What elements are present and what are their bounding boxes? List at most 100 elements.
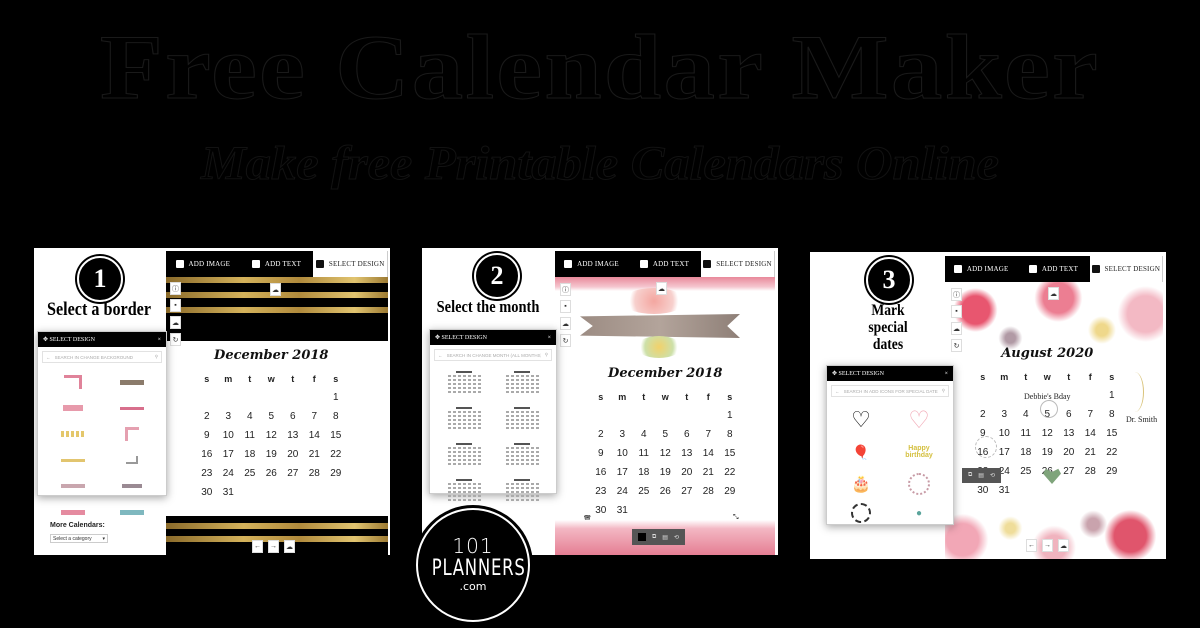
calendar-day[interactable]: 27 bbox=[1058, 466, 1080, 478]
calendar-day[interactable]: 25 bbox=[1015, 466, 1037, 478]
month-thumbnail[interactable] bbox=[498, 479, 546, 501]
design-thumbnail[interactable] bbox=[48, 477, 97, 495]
calendar-day[interactable]: 17 bbox=[612, 467, 634, 479]
search-icon[interactable]: ⚲ bbox=[155, 354, 158, 360]
heart-pink-icon[interactable]: ♡ bbox=[895, 407, 943, 434]
calendar-day[interactable]: 19 bbox=[655, 467, 677, 479]
next-page-button[interactable]: → bbox=[1042, 539, 1053, 552]
calendar-day[interactable]: 31 bbox=[218, 487, 240, 499]
calendar-day[interactable]: 26 bbox=[655, 486, 677, 498]
save-icon[interactable]: ▪ bbox=[170, 299, 181, 312]
calendar-day[interactable]: 29 bbox=[719, 486, 741, 498]
calendar-day[interactable]: 20 bbox=[1058, 447, 1080, 459]
layer-icon[interactable]: ▤ bbox=[978, 472, 984, 479]
upload-image-button[interactable]: ☁ bbox=[656, 282, 667, 295]
tab-add-text[interactable]: ADD TEXT bbox=[1017, 256, 1089, 282]
calendar-day[interactable]: 8 bbox=[1101, 409, 1123, 421]
month-thumbnail[interactable] bbox=[498, 371, 546, 393]
calendar-day[interactable]: 13 bbox=[676, 448, 698, 460]
heart-outline-icon[interactable]: ♡ bbox=[837, 407, 885, 433]
calendar-day[interactable]: 11 bbox=[633, 448, 655, 460]
cloud-upload-icon[interactable]: ☁ bbox=[951, 322, 962, 335]
calendar-day[interactable]: 10 bbox=[612, 448, 634, 460]
calendar-day[interactable]: 9 bbox=[196, 430, 218, 442]
close-icon[interactable]: × bbox=[548, 335, 551, 341]
balloon-teal-icon[interactable]: ● bbox=[895, 503, 943, 523]
color-swatch[interactable] bbox=[638, 533, 646, 541]
tab-add-image[interactable]: ADD IMAGE bbox=[166, 251, 240, 277]
save-icon[interactable]: ▪ bbox=[951, 305, 962, 318]
calendar-day[interactable]: 16 bbox=[196, 449, 218, 461]
calendar-day[interactable]: 1 bbox=[325, 392, 347, 404]
design-thumbnail[interactable] bbox=[107, 451, 156, 469]
calendar-day[interactable]: 9 bbox=[590, 448, 612, 460]
calendar-day[interactable]: 3 bbox=[994, 409, 1016, 421]
icon-search-input[interactable]: ← SEARCH IN ADD ICONS FOR SPECIAL DATES … bbox=[831, 385, 949, 397]
refresh-icon[interactable]: ↻ bbox=[951, 339, 962, 352]
calendar-day[interactable]: 28 bbox=[1080, 466, 1102, 478]
calendar-day[interactable]: 22 bbox=[719, 467, 741, 479]
calendar-day[interactable]: 14 bbox=[1080, 428, 1102, 440]
calendar-day[interactable]: 8 bbox=[325, 411, 347, 423]
special-date-note[interactable]: Dr. Smith bbox=[1126, 415, 1157, 424]
calendar-day[interactable]: 4 bbox=[633, 429, 655, 441]
design-thumbnail[interactable] bbox=[107, 425, 156, 443]
rotate-icon[interactable]: ⟲ bbox=[990, 472, 995, 479]
calendar-day[interactable]: 1 bbox=[719, 410, 741, 422]
calendar-day[interactable]: 21 bbox=[304, 449, 326, 461]
calendar-day[interactable]: 18 bbox=[633, 467, 655, 479]
calendar-day[interactable]: 22 bbox=[325, 449, 347, 461]
calendar-day[interactable]: 26 bbox=[261, 468, 283, 480]
calendar-day[interactable]: 10 bbox=[218, 430, 240, 442]
happy-birthday-sticker[interactable]: Happy birthday bbox=[895, 439, 943, 465]
info-icon[interactable]: ⓘ bbox=[170, 282, 181, 295]
calendar-day[interactable]: 21 bbox=[1080, 447, 1102, 459]
cake-icon[interactable]: 🎂 bbox=[837, 471, 885, 497]
upload-image-button[interactable]: ☁ bbox=[1048, 287, 1059, 300]
design-thumbnail[interactable] bbox=[48, 425, 97, 443]
back-icon[interactable]: ← bbox=[46, 355, 51, 360]
calendar-day[interactable]: 19 bbox=[1037, 447, 1059, 459]
calendar-day[interactable]: 2 bbox=[590, 429, 612, 441]
calendar-day[interactable]: 3 bbox=[218, 411, 240, 423]
close-icon[interactable]: × bbox=[945, 371, 948, 377]
calendar-day[interactable]: 15 bbox=[325, 430, 347, 442]
calendar-day[interactable]: 27 bbox=[676, 486, 698, 498]
calendar-day[interactable]: 24 bbox=[218, 468, 240, 480]
back-icon[interactable]: ← bbox=[438, 353, 443, 358]
calendar-day[interactable]: 12 bbox=[1037, 428, 1059, 440]
balloons-icon[interactable]: 🎈 bbox=[837, 439, 885, 465]
design-thumbnail[interactable] bbox=[107, 503, 156, 521]
calendar-day[interactable]: 7 bbox=[304, 411, 326, 423]
rotate-icon[interactable]: ⟲ bbox=[674, 534, 679, 541]
info-icon[interactable]: ⓘ bbox=[560, 283, 571, 296]
calendar-day[interactable]: 25 bbox=[633, 486, 655, 498]
calendar-day[interactable]: 11 bbox=[1015, 428, 1037, 440]
circle-frame-icon[interactable] bbox=[895, 471, 943, 497]
save-icon[interactable]: ▪ bbox=[560, 300, 571, 313]
design-thumbnail[interactable] bbox=[48, 399, 97, 417]
calendar-day[interactable]: 15 bbox=[1101, 428, 1123, 440]
calendar-day[interactable]: 16 bbox=[590, 467, 612, 479]
calendar-day[interactable]: 22 bbox=[1101, 447, 1123, 459]
calendar-day[interactable]: 1 bbox=[1101, 390, 1123, 402]
calendar-day[interactable]: 7 bbox=[698, 429, 720, 441]
info-icon[interactable]: ⓘ bbox=[951, 288, 962, 301]
calendar-day[interactable]: 27 bbox=[282, 468, 304, 480]
calendar-day[interactable]: 29 bbox=[1101, 466, 1123, 478]
calendar-day[interactable]: 2 bbox=[196, 411, 218, 423]
calendar-day[interactable]: 24 bbox=[612, 486, 634, 498]
tab-select-design[interactable]: SELECT DESIGN bbox=[701, 251, 775, 277]
calendar-day[interactable]: 13 bbox=[282, 430, 304, 442]
prev-page-button[interactable]: ← bbox=[252, 540, 263, 553]
calendar-day[interactable]: 4 bbox=[1015, 409, 1037, 421]
calendar-day[interactable]: 7 bbox=[1080, 409, 1102, 421]
calendar-day[interactable]: 14 bbox=[698, 448, 720, 460]
calendar-day[interactable]: 29 bbox=[325, 468, 347, 480]
calendar-day[interactable]: 6 bbox=[1058, 409, 1080, 421]
calendar-day[interactable]: 20 bbox=[282, 449, 304, 461]
calendar-day[interactable]: 21 bbox=[698, 467, 720, 479]
calendar-day[interactable]: 18 bbox=[239, 449, 261, 461]
tab-add-text[interactable]: ADD TEXT bbox=[628, 251, 701, 277]
date-circle-sticker-selected[interactable] bbox=[975, 436, 997, 458]
